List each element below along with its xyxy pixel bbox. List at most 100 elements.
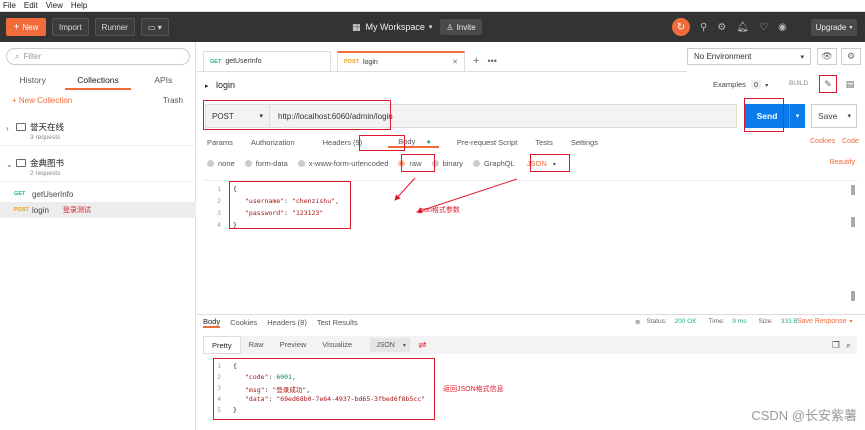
highlight-box	[530, 154, 570, 172]
tab-response-headers[interactable]: Headers (8)	[267, 318, 307, 327]
menu-bar: File Edit View Help	[0, 0, 865, 12]
chevron-down-icon: ▾	[800, 53, 804, 61]
view-pretty[interactable]: Pretty	[203, 336, 241, 354]
save-response-button[interactable]: Save Response ▾	[797, 318, 852, 325]
settings-icon[interactable]: ⚙	[717, 22, 726, 33]
code-link[interactable]: Code	[842, 138, 859, 145]
gear-icon[interactable]: ⚙	[841, 48, 861, 65]
view-raw[interactable]: Raw	[241, 336, 272, 354]
tab-getuserinfo[interactable]: GET getUserInfo	[203, 51, 331, 71]
runner-button[interactable]: Runner	[94, 18, 135, 36]
chevron-right-icon[interactable]: ▸	[205, 83, 209, 90]
highlight-box	[229, 181, 351, 229]
main-panel: GET getUserInfo POST login ✕ + ••• No En…	[197, 42, 865, 430]
tab-settings[interactable]: Settings	[571, 138, 598, 147]
search-icon: ⌕	[15, 51, 20, 61]
more-tabs-icon[interactable]: •••	[487, 51, 496, 71]
response-format-select[interactable]: JSON ▾	[370, 338, 411, 352]
environment-select[interactable]: No Environment ▾	[687, 48, 811, 65]
chevron-down-icon: ▾	[428, 24, 433, 31]
response-view-bar: Pretty Raw Preview Visualize JSON ▾ ⇌ ❐ ⌕	[203, 336, 857, 354]
status-dot-icon: ●	[426, 136, 431, 146]
filter-input[interactable]: ⌕ Filter	[6, 48, 190, 65]
trash-link[interactable]: Trash	[163, 96, 183, 105]
highlight-box	[203, 100, 391, 130]
folder-icon	[16, 123, 26, 131]
tab-collections[interactable]: Collections	[65, 70, 131, 90]
heart-icon[interactable]: ♡	[759, 22, 768, 33]
tab-test-results[interactable]: Test Results	[317, 318, 358, 327]
collection-item[interactable]: › 誉天在线 3 requests	[0, 116, 196, 146]
radio-binary[interactable]: binary	[431, 159, 463, 168]
tab-response-cookies[interactable]: Cookies	[230, 318, 257, 327]
request-tabs: GET getUserInfo POST login ✕ + •••	[197, 51, 687, 72]
chevron-down-icon: ⌄	[6, 160, 13, 169]
tab-apis[interactable]: APIs	[131, 70, 196, 90]
chevron-down-icon: ▾	[765, 83, 769, 89]
top-icons: ↻ ⚲ ⚙ 🔔︎ ♡ ◉	[672, 12, 797, 42]
workspace-switcher[interactable]: ▦ My Workspace ▾ ♙ Invite	[352, 12, 482, 42]
chevron-down-icon[interactable]: ▾	[789, 104, 805, 128]
request-subtabs: Params Authorization Headers (9) Body ● P…	[197, 134, 865, 150]
add-tab-icon[interactable]: +	[473, 51, 479, 71]
request-item[interactable]: POST login 登录测试	[0, 202, 196, 218]
user-plus-icon: ♙	[446, 22, 454, 32]
edit-icon[interactable]: ✎	[819, 75, 837, 93]
tab-login[interactable]: POST login ✕	[337, 51, 465, 71]
invite-button[interactable]: ♙ Invite	[440, 19, 482, 35]
annotation-request: json格式参数	[419, 207, 460, 214]
annotation-response: 返回JSON格式信息	[443, 386, 504, 393]
search-icon[interactable]: ⌕	[846, 340, 851, 351]
radio-graphql[interactable]: GraphQL	[472, 159, 515, 168]
chevron-down-icon: ▾	[849, 25, 853, 31]
folder-icon	[16, 159, 26, 167]
close-icon[interactable]: ✕	[452, 58, 458, 66]
doc-icon[interactable]: ▤	[841, 75, 859, 93]
save-button[interactable]: Save ▾	[811, 104, 857, 128]
eye-icon[interactable]: 👁︎	[817, 48, 837, 65]
menu-view[interactable]: View	[46, 1, 63, 10]
menu-file[interactable]: File	[3, 1, 16, 10]
response-status: ⊕ Status: 200 OK Time: 9 ms Size: 333 B	[635, 318, 798, 326]
scrollbar[interactable]	[851, 217, 855, 227]
radio-form-data[interactable]: form-data	[244, 159, 288, 168]
copy-icon[interactable]: ❐	[832, 340, 840, 351]
beautify-link[interactable]: Beautify	[830, 159, 855, 166]
satellite-icon[interactable]: ⚲	[700, 22, 707, 33]
tab-response-body[interactable]: Body	[203, 317, 221, 328]
new-window-button[interactable]: ▭ ▾	[140, 18, 169, 36]
view-preview[interactable]: Preview	[272, 336, 315, 354]
view-visualize[interactable]: Visualize	[314, 336, 360, 354]
chevron-right-icon: ›	[6, 124, 9, 133]
avatar-icon[interactable]: ◉	[778, 22, 787, 33]
examples-dropdown[interactable]: Examples 0 ▾	[713, 80, 768, 89]
upgrade-button[interactable]: Upgrade ▾	[811, 19, 857, 36]
tab-pre-request-script[interactable]: Pre-request Script	[457, 138, 517, 147]
collection-item[interactable]: ⌄ 金典图书 2 requests	[0, 152, 196, 182]
tab-history[interactable]: History	[0, 70, 65, 90]
scrollbar[interactable]	[851, 291, 855, 301]
menu-help[interactable]: Help	[71, 1, 87, 10]
bell-icon[interactable]: 🔔︎	[736, 22, 749, 33]
globe-icon: ⊕	[635, 319, 641, 326]
request-title: ▸ login	[205, 80, 236, 90]
radio-none[interactable]: none	[207, 159, 235, 168]
scrollbar[interactable]	[851, 185, 855, 195]
new-collection-link[interactable]: + New Collection	[12, 96, 72, 105]
highlight-box	[744, 98, 784, 132]
new-button[interactable]: + New	[6, 18, 46, 36]
build-label: BUILD	[789, 80, 809, 87]
request-item[interactable]: GET getUserInfo	[0, 186, 196, 202]
request-note: 登录测试	[62, 207, 91, 214]
wrap-lines-icon[interactable]: ⇌	[418, 340, 426, 351]
radio-urlencoded[interactable]: x-www-form-urlencoded	[297, 159, 388, 168]
tab-tests[interactable]: Tests	[535, 138, 553, 147]
import-button[interactable]: Import	[52, 18, 89, 36]
sync-icon[interactable]: ↻	[672, 18, 690, 36]
chevron-down-icon: ▾	[402, 342, 406, 349]
menu-edit[interactable]: Edit	[24, 1, 38, 10]
tab-params[interactable]: Params	[207, 138, 233, 147]
cookies-link[interactable]: Cookies	[810, 138, 835, 145]
tab-authorization[interactable]: Authorization	[251, 138, 295, 147]
highlight-box	[213, 358, 435, 420]
